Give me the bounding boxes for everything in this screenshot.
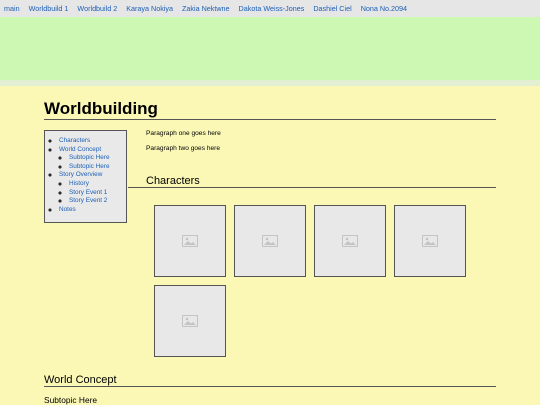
nav-tab-karaya-nokiya[interactable]: Karaya Nokiya: [126, 4, 173, 13]
image-placeholder-icon: [422, 235, 438, 247]
toc-item: Subtopic Here: [69, 154, 126, 163]
character-image-card[interactable]: [234, 205, 306, 277]
image-placeholder-icon: [262, 235, 278, 247]
character-image-card[interactable]: [394, 205, 466, 277]
nav-tab-worldbuild-1[interactable]: Worldbuild 1: [29, 4, 69, 13]
toc-item: Story Overview History Story Event 1 Sto…: [59, 171, 126, 205]
toc-link-characters[interactable]: Characters: [59, 137, 90, 144]
top-nav-bar: main Worldbuild 1 Worldbuild 2 Karaya No…: [0, 0, 540, 17]
page-title: Worldbuilding: [44, 99, 158, 118]
toc-link-story-event-1[interactable]: Story Event 1: [69, 189, 107, 196]
table-of-contents: Characters World Concept Subtopic Here S…: [44, 130, 127, 223]
toc-item: World Concept Subtopic Here Subtopic Her…: [59, 146, 126, 172]
header-banner: [0, 17, 540, 80]
toc-link-subtopic-2[interactable]: Subtopic Here: [69, 163, 110, 170]
characters-heading: Characters: [146, 175, 200, 187]
nav-tab-dakota-weiss-jones[interactable]: Dakota Weiss-Jones: [239, 4, 305, 13]
character-image-card[interactable]: [314, 205, 386, 277]
character-image-card[interactable]: [154, 205, 226, 277]
image-placeholder-icon: [342, 235, 358, 247]
toc-link-story-event-2[interactable]: Story Event 2: [69, 197, 107, 204]
nav-tab-nona-no-2094[interactable]: Nona No.2094: [361, 4, 407, 13]
toc-link-subtopic-1[interactable]: Subtopic Here: [69, 154, 110, 161]
paragraph-one: Paragraph one goes here: [146, 130, 221, 137]
characters-heading-rule: [128, 187, 496, 188]
toc-item: Characters: [59, 137, 126, 146]
toc-link-notes[interactable]: Notes: [59, 206, 76, 213]
subtopic-heading: Subtopic Here: [44, 395, 98, 405]
toc-item: Subtopic Here: [69, 163, 126, 172]
nav-tab-main[interactable]: main: [4, 4, 20, 13]
nav-tab-worldbuild-2[interactable]: Worldbuild 2: [77, 4, 117, 13]
image-placeholder-icon: [182, 235, 198, 247]
toc-link-world-concept[interactable]: World Concept: [59, 146, 101, 153]
nav-tab-zakia-nektwne[interactable]: Zakia Nektwne: [182, 4, 230, 13]
toc-item: Story Event 1: [69, 189, 126, 198]
toc-link-story-overview[interactable]: Story Overview: [59, 171, 102, 178]
image-placeholder-icon: [182, 315, 198, 327]
toc-item: Story Event 2: [69, 197, 126, 206]
toc-link-history[interactable]: History: [69, 180, 89, 187]
banner-divider: [0, 80, 540, 86]
toc-item: History: [69, 180, 126, 189]
world-concept-heading: World Concept: [44, 374, 117, 386]
toc-item: Notes: [59, 206, 126, 215]
world-concept-heading-rule: [44, 386, 496, 387]
title-rule: [44, 119, 496, 120]
paragraph-two: Paragraph two goes here: [146, 145, 221, 152]
nav-tab-dashiel-ciel[interactable]: Dashiel Ciel: [313, 4, 351, 13]
character-image-card[interactable]: [154, 285, 226, 357]
